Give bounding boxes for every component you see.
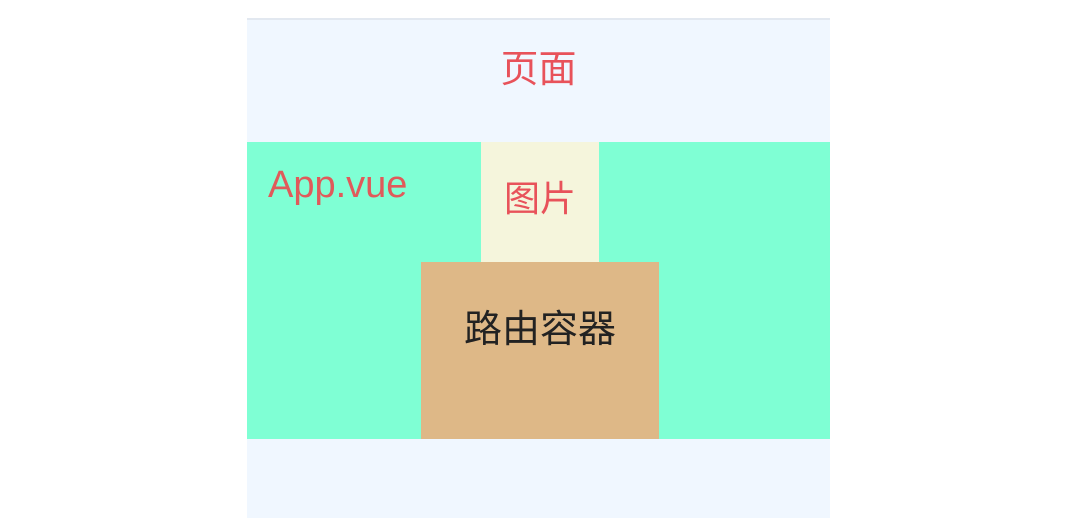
app-vue-label: App.vue [268, 164, 408, 206]
image-block: 图片 [481, 142, 599, 262]
router-view-label: 路由容器 [463, 307, 616, 351]
router-view-block: 路由容器 [421, 262, 659, 439]
page-label: 页面 [500, 47, 577, 91]
page-container: 页面 App.vue 图片 路由容器 [247, 18, 830, 518]
image-label: 图片 [503, 179, 576, 220]
app-vue-container: App.vue 图片 路由容器 [247, 142, 830, 439]
